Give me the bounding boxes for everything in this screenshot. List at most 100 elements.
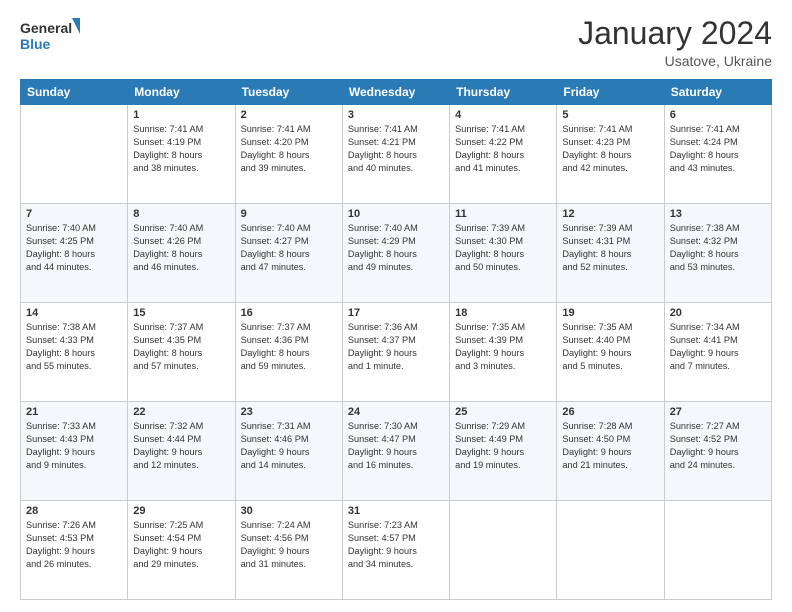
- day-info: Sunrise: 7:39 AMSunset: 4:31 PMDaylight:…: [562, 222, 658, 274]
- cell-week1-day4: 4Sunrise: 7:41 AMSunset: 4:22 PMDaylight…: [450, 105, 557, 204]
- location-subtitle: Usatove, Ukraine: [578, 53, 772, 69]
- svg-text:General: General: [20, 20, 72, 36]
- day-number: 18: [455, 307, 551, 319]
- col-saturday: Saturday: [664, 80, 771, 105]
- day-number: 20: [670, 307, 766, 319]
- cell-week1-day0: [21, 105, 128, 204]
- day-number: 30: [241, 505, 337, 517]
- week-row-1: 1 Sunrise: 7:41 AMSunset: 4:19 PMDaylight…: [21, 105, 772, 204]
- col-wednesday: Wednesday: [342, 80, 449, 105]
- cell-week3-day5: 19 Sunrise: 7:35 AMSunset: 4:40 PMDayligh…: [557, 303, 664, 402]
- day-number: 11: [455, 208, 551, 220]
- cell-week4-day2: 23Sunrise: 7:31 AMSunset: 4:46 PMDayligh…: [235, 402, 342, 501]
- day-number: 8: [133, 208, 229, 220]
- day-number: 9: [241, 208, 337, 220]
- cell-week3-day3: 17 Sunrise: 7:36 AMSunset: 4:37 PMDayligh…: [342, 303, 449, 402]
- day-number: 2: [241, 109, 337, 121]
- cell-week1-day2: 2 Sunrise: 7:41 AMSunset: 4:20 PMDaylight…: [235, 105, 342, 204]
- day-info: Sunrise: 7:36 AMSunset: 4:37 PMDaylight:…: [348, 321, 444, 373]
- cell-week2-day2: 9 Sunrise: 7:40 AMSunset: 4:27 PMDaylight…: [235, 204, 342, 303]
- day-info: Sunrise: 7:27 AMSunset: 4:52 PMDaylight:…: [670, 420, 766, 472]
- day-number: 5: [562, 109, 658, 121]
- day-number: 7: [26, 208, 122, 220]
- day-number: 29: [133, 505, 229, 517]
- day-info: Sunrise: 7:40 AMSunset: 4:26 PMDaylight:…: [133, 222, 229, 274]
- day-info: Sunrise: 7:29 AMSunset: 4:49 PMDaylight:…: [455, 420, 551, 472]
- cell-week3-day2: 16Sunrise: 7:37 AMSunset: 4:36 PMDayligh…: [235, 303, 342, 402]
- day-number: 14: [26, 307, 122, 319]
- week-row-4: 21 Sunrise: 7:33 AMSunset: 4:43 PMDayligh…: [21, 402, 772, 501]
- cell-week2-day4: 11 Sunrise: 7:39 AMSunset: 4:30 PMDayligh…: [450, 204, 557, 303]
- cell-week1-day3: 3 Sunrise: 7:41 AMSunset: 4:21 PMDaylight…: [342, 105, 449, 204]
- day-info: Sunrise: 7:41 AMSunset: 4:20 PMDaylight:…: [241, 123, 337, 175]
- day-info: Sunrise: 7:40 AMSunset: 4:25 PMDaylight:…: [26, 222, 122, 274]
- cell-week5-day5: [557, 501, 664, 600]
- day-number: 23: [241, 406, 337, 418]
- day-info: Sunrise: 7:25 AMSunset: 4:54 PMDaylight:…: [133, 519, 229, 571]
- day-info: Sunrise: 7:34 AMSunset: 4:41 PMDaylight:…: [670, 321, 766, 373]
- day-info: Sunrise: 7:23 AMSunset: 4:57 PMDaylight:…: [348, 519, 444, 571]
- day-number: 15: [133, 307, 229, 319]
- day-info: Sunrise: 7:33 AMSunset: 4:43 PMDaylight:…: [26, 420, 122, 472]
- cell-week1-day5: 5Sunrise: 7:41 AMSunset: 4:23 PMDaylight…: [557, 105, 664, 204]
- day-number: 10: [348, 208, 444, 220]
- day-number: 26: [562, 406, 658, 418]
- cell-week3-day4: 18 Sunrise: 7:35 AMSunset: 4:39 PMDayligh…: [450, 303, 557, 402]
- day-number: 27: [670, 406, 766, 418]
- day-info: Sunrise: 7:41 AMSunset: 4:19 PMDaylight:…: [133, 123, 229, 175]
- day-info: Sunrise: 7:35 AMSunset: 4:39 PMDaylight:…: [455, 321, 551, 373]
- logo-svg: General Blue: [20, 16, 80, 56]
- day-info: Sunrise: 7:35 AMSunset: 4:40 PMDaylight:…: [562, 321, 658, 373]
- day-info: Sunrise: 7:24 AMSunset: 4:56 PMDaylight:…: [241, 519, 337, 571]
- cell-week5-day1: 29 Sunrise: 7:25 AMSunset: 4:54 PMDayligh…: [128, 501, 235, 600]
- day-number: 28: [26, 505, 122, 517]
- day-number: 4: [455, 109, 551, 121]
- title-block: January 2024 Usatove, Ukraine: [578, 16, 772, 69]
- cell-week2-day3: 10 Sunrise: 7:40 AMSunset: 4:29 PMDayligh…: [342, 204, 449, 303]
- day-info: Sunrise: 7:38 AMSunset: 4:32 PMDaylight:…: [670, 222, 766, 274]
- cell-week2-day0: 7 Sunrise: 7:40 AMSunset: 4:25 PMDaylight…: [21, 204, 128, 303]
- cell-week4-day5: 26 Sunrise: 7:28 AMSunset: 4:50 PMDayligh…: [557, 402, 664, 501]
- logo: General Blue: [20, 16, 80, 56]
- cell-week5-day0: 28 Sunrise: 7:26 AMSunset: 4:53 PMDayligh…: [21, 501, 128, 600]
- cell-week3-day1: 15 Sunrise: 7:37 AMSunset: 4:35 PMDayligh…: [128, 303, 235, 402]
- day-info: Sunrise: 7:40 AMSunset: 4:29 PMDaylight:…: [348, 222, 444, 274]
- day-info: Sunrise: 7:38 AMSunset: 4:33 PMDaylight:…: [26, 321, 122, 373]
- cell-week4-day0: 21 Sunrise: 7:33 AMSunset: 4:43 PMDayligh…: [21, 402, 128, 501]
- day-number: 17: [348, 307, 444, 319]
- day-info: Sunrise: 7:41 AMSunset: 4:24 PMDaylight:…: [670, 123, 766, 175]
- header: General Blue January 2024 Usatove, Ukrai…: [20, 16, 772, 69]
- header-row: Sunday Monday Tuesday Wednesday Thursday…: [21, 80, 772, 105]
- cell-week4-day3: 24Sunrise: 7:30 AMSunset: 4:47 PMDayligh…: [342, 402, 449, 501]
- cell-week1-day1: 1 Sunrise: 7:41 AMSunset: 4:19 PMDaylight…: [128, 105, 235, 204]
- calendar-table: Sunday Monday Tuesday Wednesday Thursday…: [20, 79, 772, 600]
- day-number: 21: [26, 406, 122, 418]
- day-info: Sunrise: 7:39 AMSunset: 4:30 PMDaylight:…: [455, 222, 551, 274]
- day-info: Sunrise: 7:41 AMSunset: 4:21 PMDaylight:…: [348, 123, 444, 175]
- month-title: January 2024: [578, 16, 772, 51]
- day-number: 3: [348, 109, 444, 121]
- day-number: 24: [348, 406, 444, 418]
- day-info: Sunrise: 7:40 AMSunset: 4:27 PMDaylight:…: [241, 222, 337, 274]
- day-number: 13: [670, 208, 766, 220]
- day-info: Sunrise: 7:28 AMSunset: 4:50 PMDaylight:…: [562, 420, 658, 472]
- cell-week5-day2: 30 Sunrise: 7:24 AMSunset: 4:56 PMDayligh…: [235, 501, 342, 600]
- day-number: 19: [562, 307, 658, 319]
- week-row-5: 28 Sunrise: 7:26 AMSunset: 4:53 PMDayligh…: [21, 501, 772, 600]
- svg-text:Blue: Blue: [20, 36, 51, 52]
- day-info: Sunrise: 7:37 AMSunset: 4:36 PMDaylight:…: [241, 321, 337, 373]
- cell-week5-day6: [664, 501, 771, 600]
- col-friday: Friday: [557, 80, 664, 105]
- col-monday: Monday: [128, 80, 235, 105]
- day-info: Sunrise: 7:26 AMSunset: 4:53 PMDaylight:…: [26, 519, 122, 571]
- cell-week4-day6: 27 Sunrise: 7:27 AMSunset: 4:52 PMDayligh…: [664, 402, 771, 501]
- day-info: Sunrise: 7:37 AMSunset: 4:35 PMDaylight:…: [133, 321, 229, 373]
- col-sunday: Sunday: [21, 80, 128, 105]
- col-thursday: Thursday: [450, 80, 557, 105]
- cell-week5-day4: [450, 501, 557, 600]
- cell-week3-day6: 20 Sunrise: 7:34 AMSunset: 4:41 PMDayligh…: [664, 303, 771, 402]
- cell-week2-day1: 8 Sunrise: 7:40 AMSunset: 4:26 PMDaylight…: [128, 204, 235, 303]
- day-info: Sunrise: 7:32 AMSunset: 4:44 PMDaylight:…: [133, 420, 229, 472]
- cell-week2-day6: 13 Sunrise: 7:38 AMSunset: 4:32 PMDayligh…: [664, 204, 771, 303]
- day-number: 1: [133, 109, 229, 121]
